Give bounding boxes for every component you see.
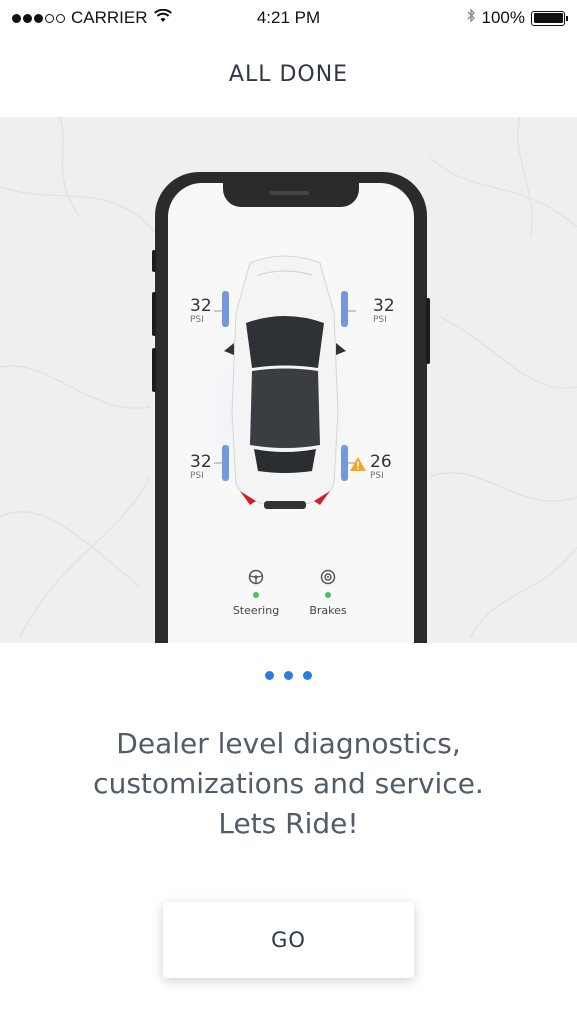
onboarding-description: Dealer level diagnostics, customizations…: [0, 724, 577, 844]
go-button[interactable]: GO: [163, 902, 414, 978]
tire-pressure-value: 26: [370, 452, 392, 472]
status-ok-indicator: [253, 592, 259, 598]
tire-pressure-unit: PSI: [373, 315, 387, 325]
page-dot[interactable]: [265, 671, 274, 680]
page-dot[interactable]: [303, 671, 312, 680]
tire-pressure-value: 32: [190, 296, 212, 316]
system-label: Steering: [232, 604, 280, 617]
tire-pressure-unit: PSI: [190, 315, 204, 325]
phone-screen: 32 PSI 32 PSI 32 PSI 26 PSI Steering Bra…: [168, 183, 414, 643]
system-status-brakes: Brakes: [293, 569, 363, 617]
tire-pressure-value: 32: [373, 296, 395, 316]
status-bar: CARRIER 4:21 PM 100%: [0, 0, 577, 36]
tire-rear-left: 32 PSI: [190, 453, 212, 481]
tire-front-left: 32 PSI: [190, 297, 212, 325]
tire-pressure-value: 32: [190, 452, 212, 472]
system-status-steering: Steering: [221, 569, 291, 617]
system-label: Brakes: [309, 604, 347, 617]
car-top-view: [189, 255, 369, 513]
description-line: customizations and service.: [93, 767, 484, 800]
description-line: Lets Ride!: [218, 807, 359, 840]
brake-disc-icon: [320, 569, 336, 585]
page-dot[interactable]: [284, 671, 293, 680]
battery-percent: 100%: [481, 8, 525, 27]
status-right: 100%: [466, 8, 568, 28]
page-indicator[interactable]: [0, 671, 577, 680]
tire-pressure-unit: PSI: [370, 471, 384, 481]
tire-pressure-unit: PSI: [190, 471, 204, 481]
warning-icon: [350, 457, 366, 471]
tire-front-right: 32 PSI: [373, 297, 395, 325]
battery-icon: [531, 10, 568, 26]
page-title: ALL DONE: [228, 62, 349, 87]
tire-rear-right: 26 PSI: [370, 453, 392, 481]
steering-wheel-icon: [248, 569, 264, 585]
hero-illustration: 32 PSI 32 PSI 32 PSI 26 PSI Steering Bra…: [0, 117, 577, 643]
phone-mockup: 32 PSI 32 PSI 32 PSI 26 PSI Steering Bra…: [152, 172, 430, 643]
status-ok-indicator: [325, 592, 331, 598]
description-line: Dealer level diagnostics,: [116, 727, 461, 760]
bluetooth-icon: [466, 8, 476, 28]
